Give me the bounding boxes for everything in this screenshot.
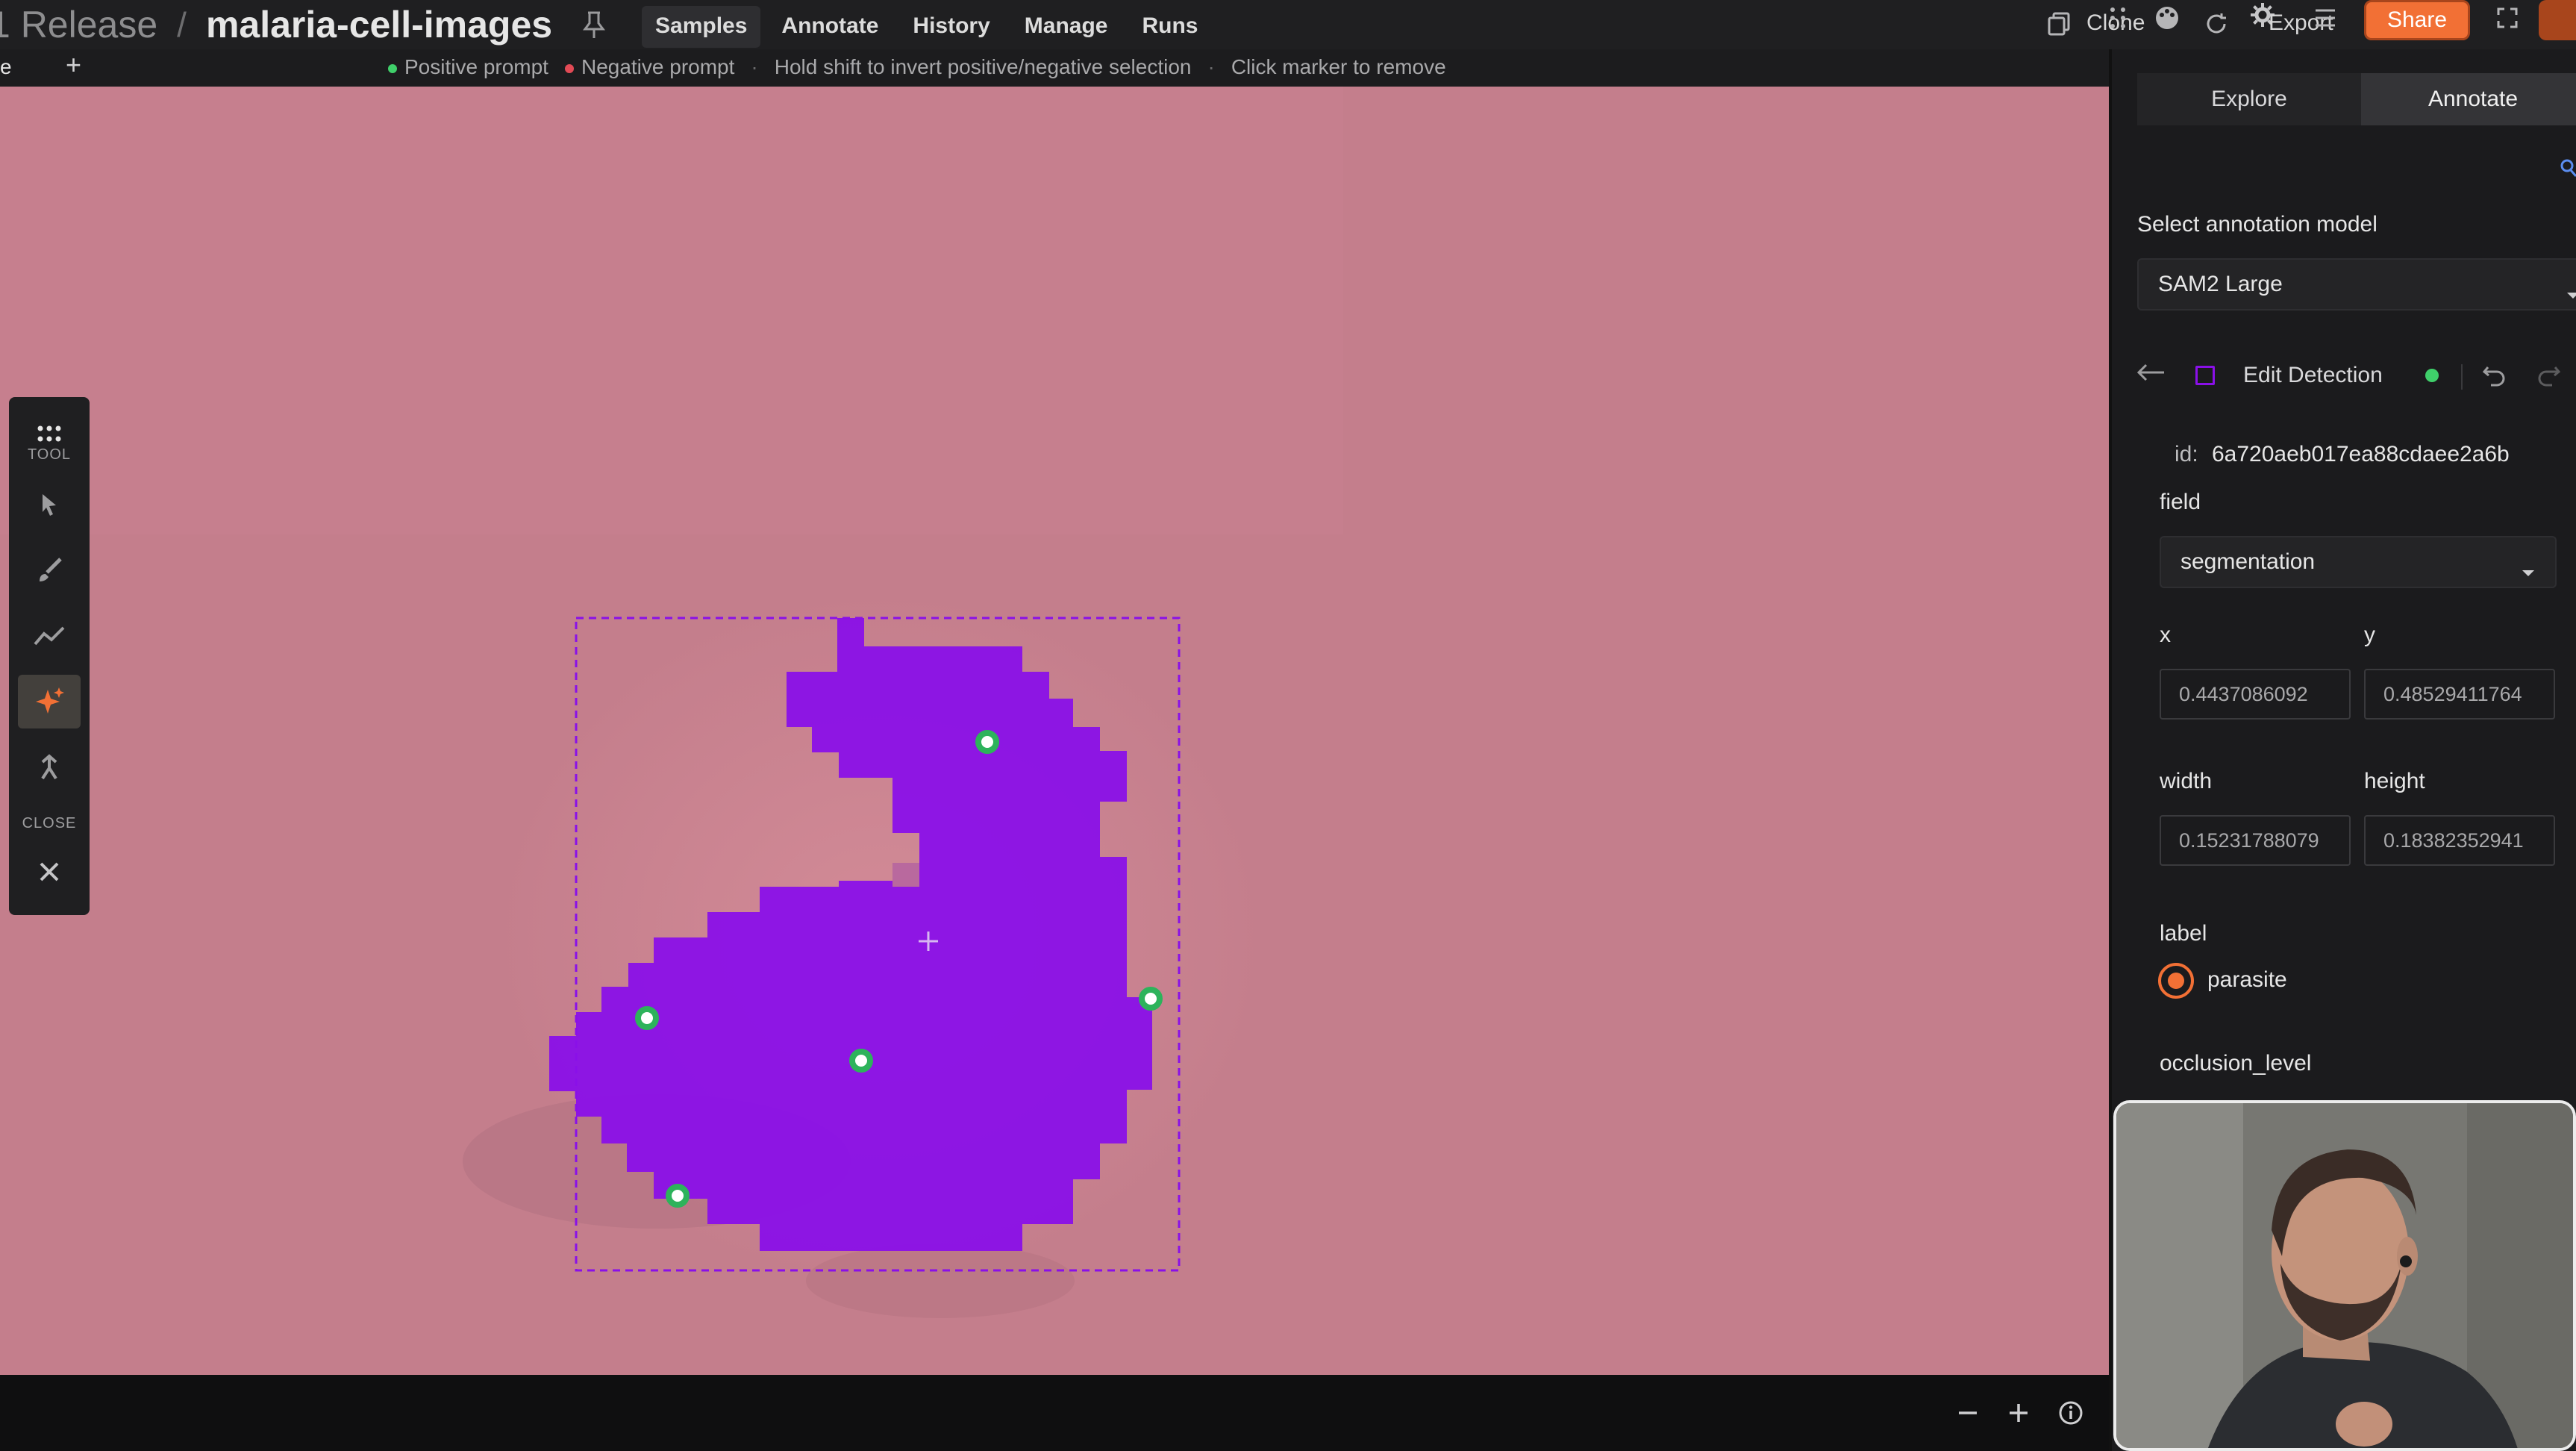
- field-select-value: segmentation: [2180, 549, 2316, 574]
- label-value-parasite: parasite: [2207, 967, 2287, 992]
- breadcrumb-release[interactable]: 1 Release: [0, 3, 157, 46]
- occlusion-level-label: occlusion_level: [2160, 1051, 2312, 1076]
- sparkle-icon[interactable]: [18, 675, 81, 728]
- add-tab-button[interactable]: +: [66, 49, 81, 81]
- tab-annotate-panel[interactable]: Annotate: [2361, 73, 2576, 125]
- prompt-marker: [849, 1049, 873, 1073]
- model-select-value: SAM2 Large: [2158, 272, 2283, 296]
- breadcrumb-separator: /: [177, 5, 187, 44]
- tool-palette: TOOL CLOSE: [9, 397, 90, 915]
- status-dot-icon: [2425, 369, 2439, 382]
- positive-prompt-hint: Positive prompt: [388, 55, 548, 79]
- info-button[interactable]: [2052, 1394, 2089, 1432]
- radio-parasite[interactable]: [2158, 963, 2194, 999]
- x-input[interactable]: 0.4437086092: [2160, 669, 2351, 720]
- field-label: field: [2160, 490, 2201, 514]
- share-button[interactable]: Share: [2364, 0, 2470, 40]
- pin-tool-icon[interactable]: [18, 740, 81, 794]
- breadcrumb: 1 Release / malaria-cell-images: [0, 0, 606, 49]
- nav-tabs: Samples Annotate History Manage Runs: [642, 6, 1211, 48]
- palette-icon[interactable]: [2152, 3, 2182, 33]
- canvas-image[interactable]: [0, 87, 2109, 1375]
- tab-history[interactable]: History: [899, 6, 1003, 48]
- undo-icon[interactable]: [2482, 363, 2507, 392]
- x-label: x: [2160, 622, 2171, 647]
- prompt-marker: [635, 1006, 659, 1030]
- y-input[interactable]: 0.48529411764: [2364, 669, 2555, 720]
- edit-detection-title: Edit Detection: [2243, 363, 2383, 387]
- back-arrow-icon[interactable]: [2134, 361, 2167, 387]
- refresh-icon[interactable]: [2201, 9, 2231, 39]
- prompt-hints: Positive prompt Negative prompt · Hold s…: [388, 55, 1446, 79]
- annotation-canvas[interactable]: [0, 87, 2109, 1375]
- list-icon[interactable]: [2310, 3, 2340, 33]
- id-label: id:: [2175, 442, 2198, 466]
- width-label: width: [2160, 769, 2213, 793]
- hint-bar: e + Positive prompt Negative prompt · Ho…: [0, 49, 2109, 87]
- pointer-icon[interactable]: [18, 478, 81, 531]
- top-bar: 1 Release / malaria-cell-images Samples …: [0, 0, 2576, 49]
- dataset-name[interactable]: malaria-cell-images: [206, 3, 552, 46]
- tab-manage[interactable]: Manage: [1011, 6, 1122, 48]
- positive-dot-icon: [388, 63, 397, 73]
- detection-id-value: 6a720aeb017ea88cdaee2a6b: [2212, 442, 2510, 466]
- user-avatar[interactable]: [2539, 0, 2576, 40]
- canvas-footer: [0, 1375, 2109, 1451]
- fullscreen-icon[interactable]: [2492, 3, 2522, 33]
- tab-annotate[interactable]: Annotate: [768, 6, 892, 48]
- hint-separator: ·: [751, 55, 758, 78]
- field-select[interactable]: segmentation: [2160, 536, 2557, 588]
- panel-tabs: Explore Annotate: [2137, 73, 2576, 125]
- detection-color-swatch: [2195, 366, 2215, 385]
- invert-hint: Hold shift to invert positive/negative s…: [774, 55, 1192, 78]
- brush-icon[interactable]: [18, 543, 81, 597]
- chevron-down-icon: [2521, 558, 2536, 584]
- tool-label: TOOL: [27, 446, 72, 463]
- search-icon[interactable]: [2560, 158, 2576, 184]
- width-input[interactable]: 0.15231788079: [2160, 815, 2351, 866]
- tab-explore[interactable]: Explore: [2137, 73, 2361, 125]
- prompt-marker: [1139, 987, 1163, 1011]
- height-label: height: [2364, 769, 2425, 793]
- height-input[interactable]: 0.18382352941: [2364, 815, 2555, 866]
- canvas-tab[interactable]: e: [0, 55, 12, 79]
- tab-runs[interactable]: Runs: [1128, 6, 1211, 48]
- prompt-marker: [975, 730, 999, 754]
- model-label: Select annotation model: [2137, 212, 2378, 237]
- pin-icon[interactable]: [582, 10, 606, 40]
- zoom-out-button[interactable]: [1949, 1394, 1986, 1432]
- prompt-marker: [666, 1184, 690, 1208]
- clone-icon[interactable]: [2045, 9, 2075, 39]
- label-label: label: [2160, 921, 2207, 946]
- dots-grid-icon[interactable]: [2103, 3, 2133, 33]
- divider: [2461, 364, 2463, 390]
- polyline-icon[interactable]: [18, 609, 81, 663]
- close-label: CLOSE: [22, 815, 77, 831]
- presenter-video: [2116, 1103, 2573, 1448]
- webcam-overlay: [2113, 1100, 2576, 1451]
- negative-dot-icon: [564, 63, 574, 73]
- tab-samples[interactable]: Samples: [642, 6, 761, 48]
- chevron-down-icon: [2566, 281, 2576, 306]
- model-select[interactable]: SAM2 Large: [2137, 258, 2576, 311]
- y-label: y: [2364, 622, 2375, 647]
- remove-hint: Click marker to remove: [1231, 55, 1446, 78]
- hint-separator: ·: [1207, 55, 1215, 78]
- zoom-in-button[interactable]: [2000, 1394, 2037, 1432]
- negative-prompt-hint: Negative prompt: [564, 55, 734, 79]
- redo-icon[interactable]: [2536, 363, 2561, 392]
- radio-selected-dot: [2168, 973, 2184, 989]
- close-icon[interactable]: [18, 845, 81, 899]
